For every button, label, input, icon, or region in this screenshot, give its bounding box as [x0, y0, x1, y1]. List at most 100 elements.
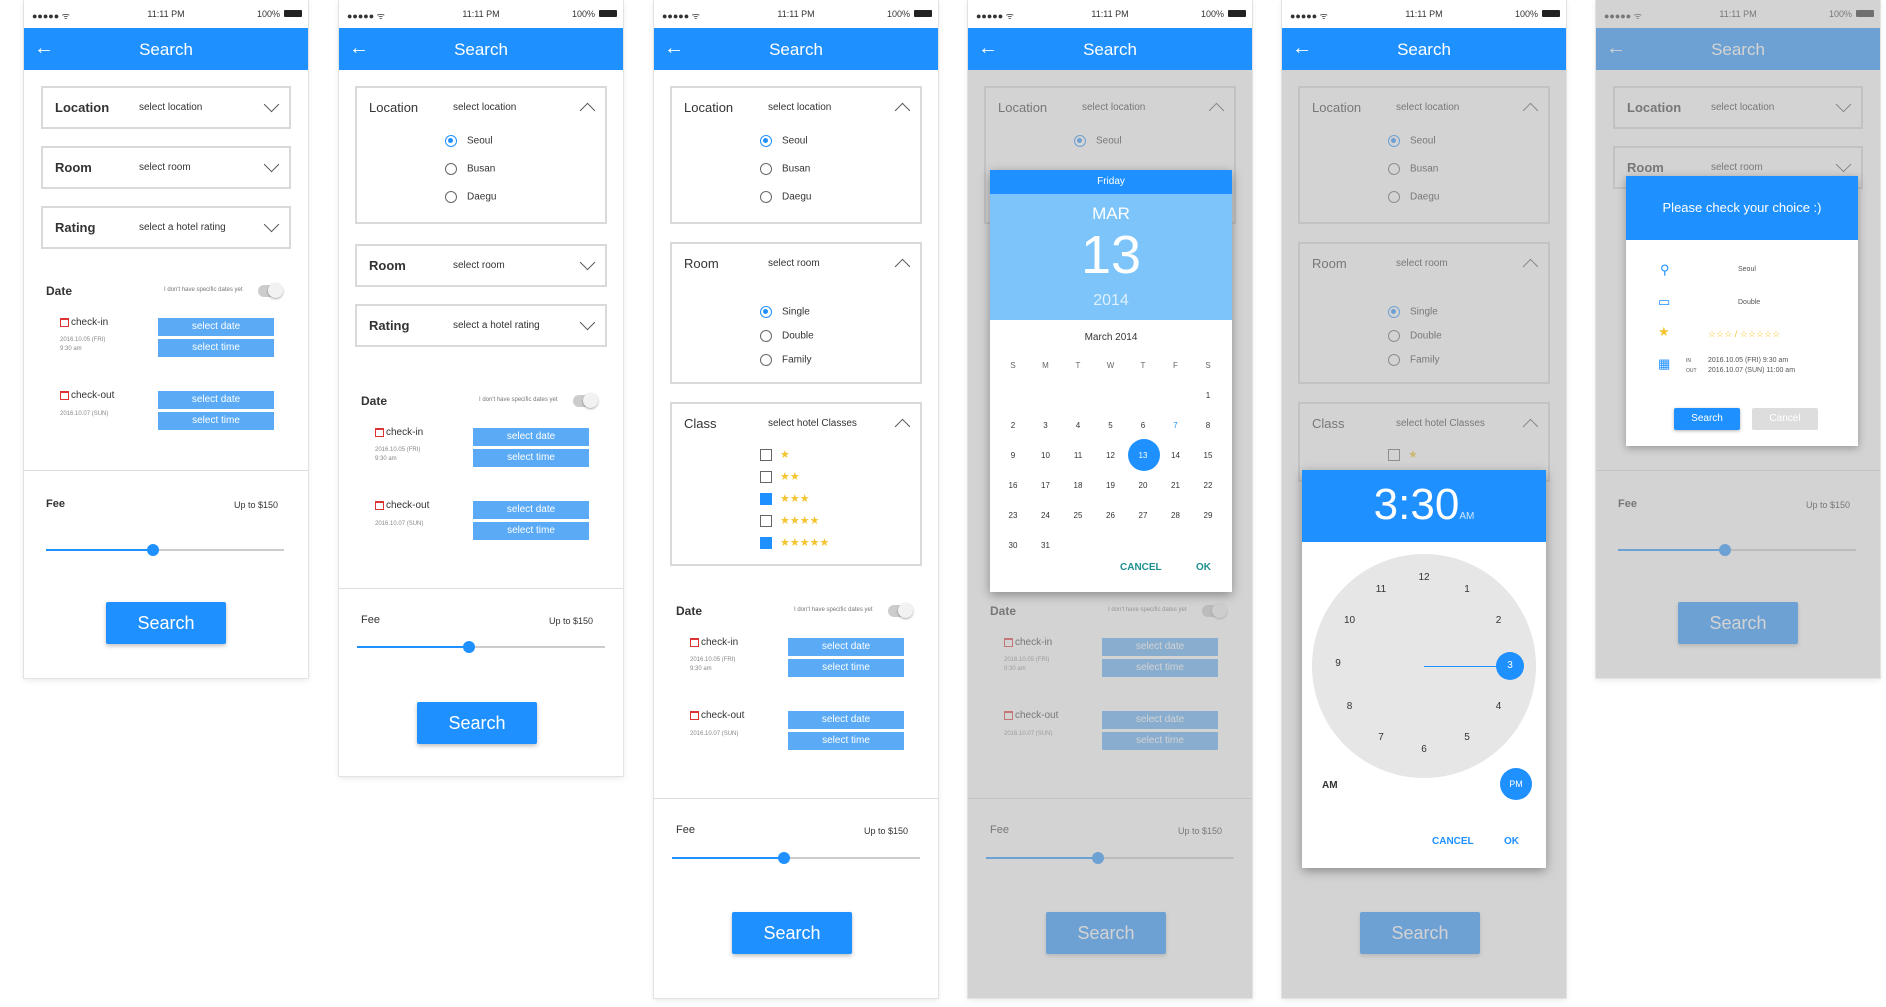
class-option[interactable]: ★★ — [760, 470, 800, 484]
location-option[interactable]: Daegu — [445, 191, 496, 203]
location-select[interactable]: Location select location Seoul Busan Dae… — [355, 86, 607, 224]
calendar-day[interactable]: 11 — [1063, 446, 1093, 466]
calendar-day[interactable]: 13 — [1128, 439, 1160, 471]
checkout-date-button[interactable]: select date — [158, 391, 274, 409]
checkin-time-button[interactable]: select time — [158, 339, 274, 357]
calendar-day[interactable]: 4 — [1063, 416, 1093, 436]
calendar-day[interactable]: 19 — [1096, 476, 1126, 496]
location-select[interactable]: Location select location — [41, 86, 291, 129]
calendar-day[interactable]: 12 — [1096, 446, 1126, 466]
checkin-date-button[interactable]: select date — [788, 638, 904, 656]
rating-select[interactable]: Rating select a hotel rating — [41, 206, 291, 249]
room-option[interactable]: Single — [760, 306, 810, 318]
checkout-date-button[interactable]: select date — [473, 501, 589, 519]
calendar-day[interactable]: 2 — [998, 416, 1028, 436]
checkin-time-button[interactable]: select time — [788, 659, 904, 677]
calendar-day[interactable]: 15 — [1193, 446, 1223, 466]
class-option[interactable]: ★★★ — [760, 492, 810, 506]
clock-hour[interactable]: 12 — [1414, 572, 1434, 588]
location-option[interactable]: Busan — [760, 163, 810, 175]
no-dates-toggle[interactable] — [888, 603, 913, 618]
clock-hour[interactable]: 6 — [1414, 744, 1434, 760]
clock-hour[interactable]: 4 — [1488, 701, 1508, 717]
clock-hour[interactable]: 5 — [1457, 732, 1477, 748]
calendar-day[interactable]: 23 — [998, 506, 1028, 526]
checkout-time-button[interactable]: select time — [788, 732, 904, 750]
location-option[interactable]: Seoul — [445, 135, 493, 147]
calendar-day[interactable]: 24 — [1031, 506, 1061, 526]
confirm-cancel-button[interactable]: Cancel — [1752, 408, 1818, 430]
calendar-day[interactable]: 10 — [1031, 446, 1061, 466]
slider-thumb[interactable] — [462, 641, 475, 653]
calendar-day[interactable]: 25 — [1063, 506, 1093, 526]
fee-slider[interactable] — [672, 852, 920, 864]
calendar-day[interactable]: 6 — [1128, 416, 1158, 436]
calendar-day[interactable]: 29 — [1193, 506, 1223, 526]
search-button[interactable]: Search — [732, 912, 852, 954]
calendar-day[interactable]: 9 — [998, 446, 1028, 466]
checkin-time-button[interactable]: select time — [473, 449, 589, 467]
calendar-day[interactable]: 18 — [1063, 476, 1093, 496]
checkin-date-button[interactable]: select date — [158, 318, 274, 336]
class-option[interactable]: ★ — [760, 448, 790, 462]
clock-hour[interactable]: 1 — [1457, 584, 1477, 600]
room-option[interactable]: Family — [760, 354, 811, 366]
fee-slider[interactable] — [46, 544, 284, 556]
class-select[interactable]: Class select hotel Classes ★ ★★ ★★★ ★★★★… — [670, 402, 922, 566]
date-ok-button[interactable]: OK — [1196, 562, 1211, 573]
calendar-day[interactable]: 26 — [1096, 506, 1126, 526]
calendar-day[interactable]: 1 — [1193, 386, 1223, 406]
calendar-day[interactable]: 27 — [1128, 506, 1158, 526]
room-option[interactable]: Double — [760, 330, 814, 342]
search-button[interactable]: Search — [417, 702, 537, 744]
am-button[interactable]: AM — [1322, 780, 1338, 791]
clock-hour[interactable]: 9 — [1328, 658, 1348, 674]
clock-selected-hour[interactable]: 3 — [1496, 652, 1524, 680]
checkin-date-button[interactable]: select date — [473, 428, 589, 446]
time-minute[interactable]: 30 — [1410, 480, 1459, 529]
calendar-day[interactable]: 8 — [1193, 416, 1223, 436]
class-option[interactable]: ★★★★ — [760, 514, 819, 528]
location-select[interactable]: Location select location Seoul Busan Dae… — [670, 86, 922, 224]
pm-button[interactable]: PM — [1500, 768, 1532, 800]
rating-select[interactable]: Rating select a hotel rating — [355, 304, 607, 347]
room-select[interactable]: Room select room — [41, 146, 291, 189]
confirm-search-button[interactable]: Search — [1674, 408, 1740, 430]
checkout-time-button[interactable]: select time — [158, 412, 274, 430]
search-button[interactable]: Search — [106, 602, 226, 644]
clock-hour[interactable]: 8 — [1340, 701, 1360, 717]
time-ok-button[interactable]: OK — [1504, 836, 1519, 847]
calendar-day[interactable]: 14 — [1161, 446, 1191, 466]
calendar-day[interactable]: 20 — [1128, 476, 1158, 496]
calendar-day[interactable]: 3 — [1031, 416, 1061, 436]
clock-hour[interactable]: 11 — [1371, 584, 1391, 600]
picker-year[interactable]: 2014 — [990, 292, 1232, 310]
location-option[interactable]: Seoul — [760, 135, 808, 147]
calendar-day[interactable]: 5 — [1096, 416, 1126, 436]
room-select[interactable]: Room select room Single Double Family — [670, 242, 922, 384]
calendar-day[interactable]: 30 — [998, 536, 1028, 556]
room-select[interactable]: Room select room — [355, 244, 607, 287]
clock-hour[interactable]: 10 — [1340, 615, 1360, 631]
calendar-day[interactable]: 21 — [1161, 476, 1191, 496]
date-cancel-button[interactable]: CANCEL — [1120, 562, 1162, 573]
location-option[interactable]: Daegu — [760, 191, 811, 203]
time-hour[interactable]: 3 — [1374, 480, 1398, 529]
no-dates-toggle[interactable] — [573, 393, 598, 408]
time-cancel-button[interactable]: CANCEL — [1432, 836, 1474, 847]
checkout-date-button[interactable]: select date — [788, 711, 904, 729]
slider-thumb[interactable] — [777, 852, 790, 864]
no-dates-toggle[interactable] — [258, 283, 283, 298]
clock-hour[interactable]: 2 — [1488, 615, 1508, 631]
calendar-day[interactable]: 16 — [998, 476, 1028, 496]
checkout-time-button[interactable]: select time — [473, 522, 589, 540]
calendar-day[interactable]: 7 — [1161, 416, 1191, 436]
clock-hour[interactable]: 7 — [1371, 732, 1391, 748]
calendar-day[interactable]: 22 — [1193, 476, 1223, 496]
calendar-day[interactable]: 31 — [1031, 536, 1061, 556]
slider-thumb[interactable] — [147, 544, 160, 556]
fee-slider[interactable] — [357, 641, 605, 653]
calendar-day[interactable]: 17 — [1031, 476, 1061, 496]
class-option[interactable]: ★★★★★ — [760, 536, 829, 550]
calendar-day[interactable]: 28 — [1161, 506, 1191, 526]
